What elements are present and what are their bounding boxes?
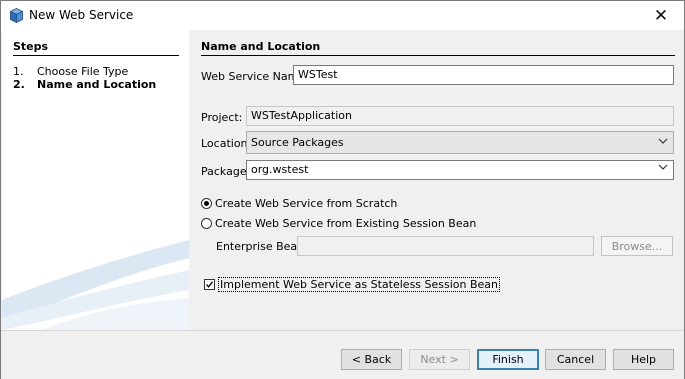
enterprise-bean-label: Enterprise Bean: xyxy=(216,240,308,253)
step-number: 1. xyxy=(13,65,24,78)
step-name-and-location: 2. Name and Location xyxy=(13,78,156,91)
back-button[interactable]: < Back xyxy=(341,349,402,370)
package-combo[interactable]: org.wstest xyxy=(246,160,674,180)
step-label: Choose File Type xyxy=(37,65,129,78)
radio-create-from-session-bean[interactable]: Create Web Service from Existing Session… xyxy=(201,217,476,230)
decorative-swoosh xyxy=(2,240,189,330)
radio-label[interactable]: Create Web Service from Existing Session… xyxy=(215,217,476,230)
close-icon[interactable]: ✕ xyxy=(638,1,684,30)
chevron-down-icon xyxy=(658,136,668,149)
window-title: New Web Service xyxy=(29,8,134,22)
cancel-button[interactable]: Cancel xyxy=(545,349,606,370)
enterprise-bean-field xyxy=(297,236,594,256)
step-number: 2. xyxy=(13,78,25,91)
browse-button: Browse... xyxy=(601,236,673,256)
section-title: Name and Location xyxy=(201,40,321,53)
checkbox[interactable] xyxy=(204,279,215,290)
button-bar: < Back Next > Finish Cancel Help xyxy=(1,330,684,379)
netbeans-cube-icon xyxy=(9,8,24,24)
steps-title: Steps xyxy=(13,40,49,53)
location-value: Source Packages xyxy=(251,136,344,149)
stateless-session-bean-checkbox[interactable]: Implement Web Service as Stateless Sessi… xyxy=(204,277,501,292)
finish-button[interactable]: Finish xyxy=(477,349,539,370)
radio-create-from-scratch[interactable]: Create Web Service from Scratch xyxy=(201,197,397,210)
radio-label[interactable]: Create Web Service from Scratch xyxy=(215,197,397,210)
chevron-down-icon[interactable] xyxy=(658,162,668,175)
step-choose-file-type: 1. Choose File Type xyxy=(13,65,128,78)
name-and-location-panel: Name and Location Web Service Name: WSTe… xyxy=(189,30,684,330)
radio-button[interactable] xyxy=(201,198,212,209)
help-button[interactable]: Help xyxy=(613,349,674,370)
steps-divider xyxy=(13,55,179,56)
checkbox-label[interactable]: Implement Web Service as Stateless Sessi… xyxy=(217,277,501,292)
web-service-name-input[interactable]: WSTest xyxy=(293,65,674,85)
next-button: Next > xyxy=(409,349,470,370)
steps-panel: Steps 1. Choose File Type 2. Name and Loca… xyxy=(2,30,189,330)
new-web-service-dialog: New Web Service ✕ Steps 1. Choose File Ty… xyxy=(0,0,685,379)
project-field: WSTestApplication xyxy=(246,106,674,126)
package-label: Package: xyxy=(201,165,251,178)
project-label: Project: xyxy=(201,111,243,124)
section-divider xyxy=(201,55,675,56)
step-label: Name and Location xyxy=(37,78,157,91)
title-bar: New Web Service ✕ xyxy=(1,1,684,30)
location-select[interactable]: Source Packages xyxy=(246,131,674,154)
location-label: Location: xyxy=(201,137,252,150)
radio-button[interactable] xyxy=(201,218,212,229)
package-value: org.wstest xyxy=(251,163,309,176)
